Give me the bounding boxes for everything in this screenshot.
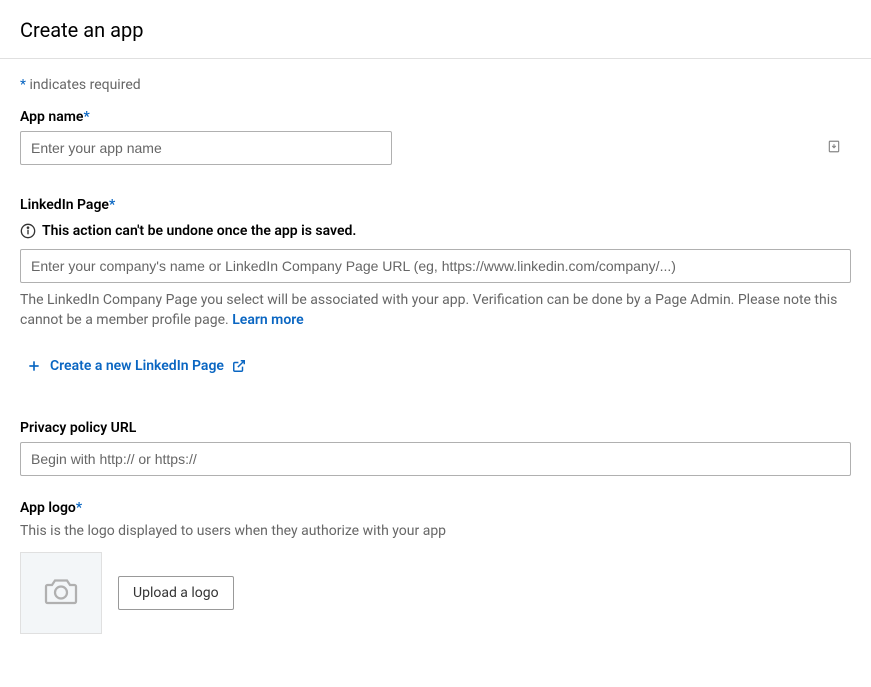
app-name-input[interactable] [20,131,392,165]
create-linkedin-page-text: Create a new LinkedIn Page [50,358,224,374]
app-name-field-group: App name* [20,109,851,165]
privacy-policy-field-group: Privacy policy URL [20,420,851,476]
privacy-policy-label: Privacy policy URL [20,420,851,436]
camera-icon [43,576,79,610]
learn-more-link[interactable]: Learn more [232,312,303,328]
linkedin-page-input[interactable] [20,249,851,283]
app-name-label: App name* [20,109,851,125]
linkedin-page-label: LinkedIn Page* [20,197,851,213]
linkedin-page-label-text: LinkedIn Page [20,197,109,213]
required-asterisk: * [83,109,89,125]
linkedin-page-field-group: LinkedIn Page* This action can't be undo… [20,197,851,378]
linkedin-page-helper-text: The LinkedIn Company Page you select wil… [20,292,837,328]
linkedin-page-warning-text: This action can't be undone once the app… [42,223,356,239]
linkedin-page-warning-row: This action can't be undone once the app… [20,223,851,239]
app-logo-row: Upload a logo [20,552,851,634]
required-asterisk: * [76,500,82,516]
page-header: Create an app [0,0,871,59]
plus-icon [26,358,42,374]
privacy-policy-input[interactable] [20,442,851,476]
app-logo-label: App logo* [20,500,851,516]
logo-placeholder[interactable] [20,552,102,634]
app-name-input-wrap [20,131,851,165]
info-icon [20,223,36,239]
required-indicator-note: * indicates required [20,77,851,93]
required-asterisk: * [109,197,115,213]
app-logo-field-group: App logo* This is the logo displayed to … [20,500,851,634]
app-logo-helper: This is the logo displayed to users when… [20,522,851,542]
page-title: Create an app [20,18,851,42]
upload-logo-button[interactable]: Upload a logo [118,576,234,610]
linkedin-page-helper: The LinkedIn Company Page you select wil… [20,291,851,330]
autofill-icon [827,139,841,158]
create-linkedin-page-link[interactable]: Create a new LinkedIn Page [26,358,246,374]
external-link-icon [232,359,246,373]
form-body: * indicates required App name* LinkedIn … [0,59,871,676]
app-logo-label-text: App logo [20,500,76,516]
app-name-label-text: App name [20,109,83,125]
required-note-text: indicates required [26,77,141,93]
